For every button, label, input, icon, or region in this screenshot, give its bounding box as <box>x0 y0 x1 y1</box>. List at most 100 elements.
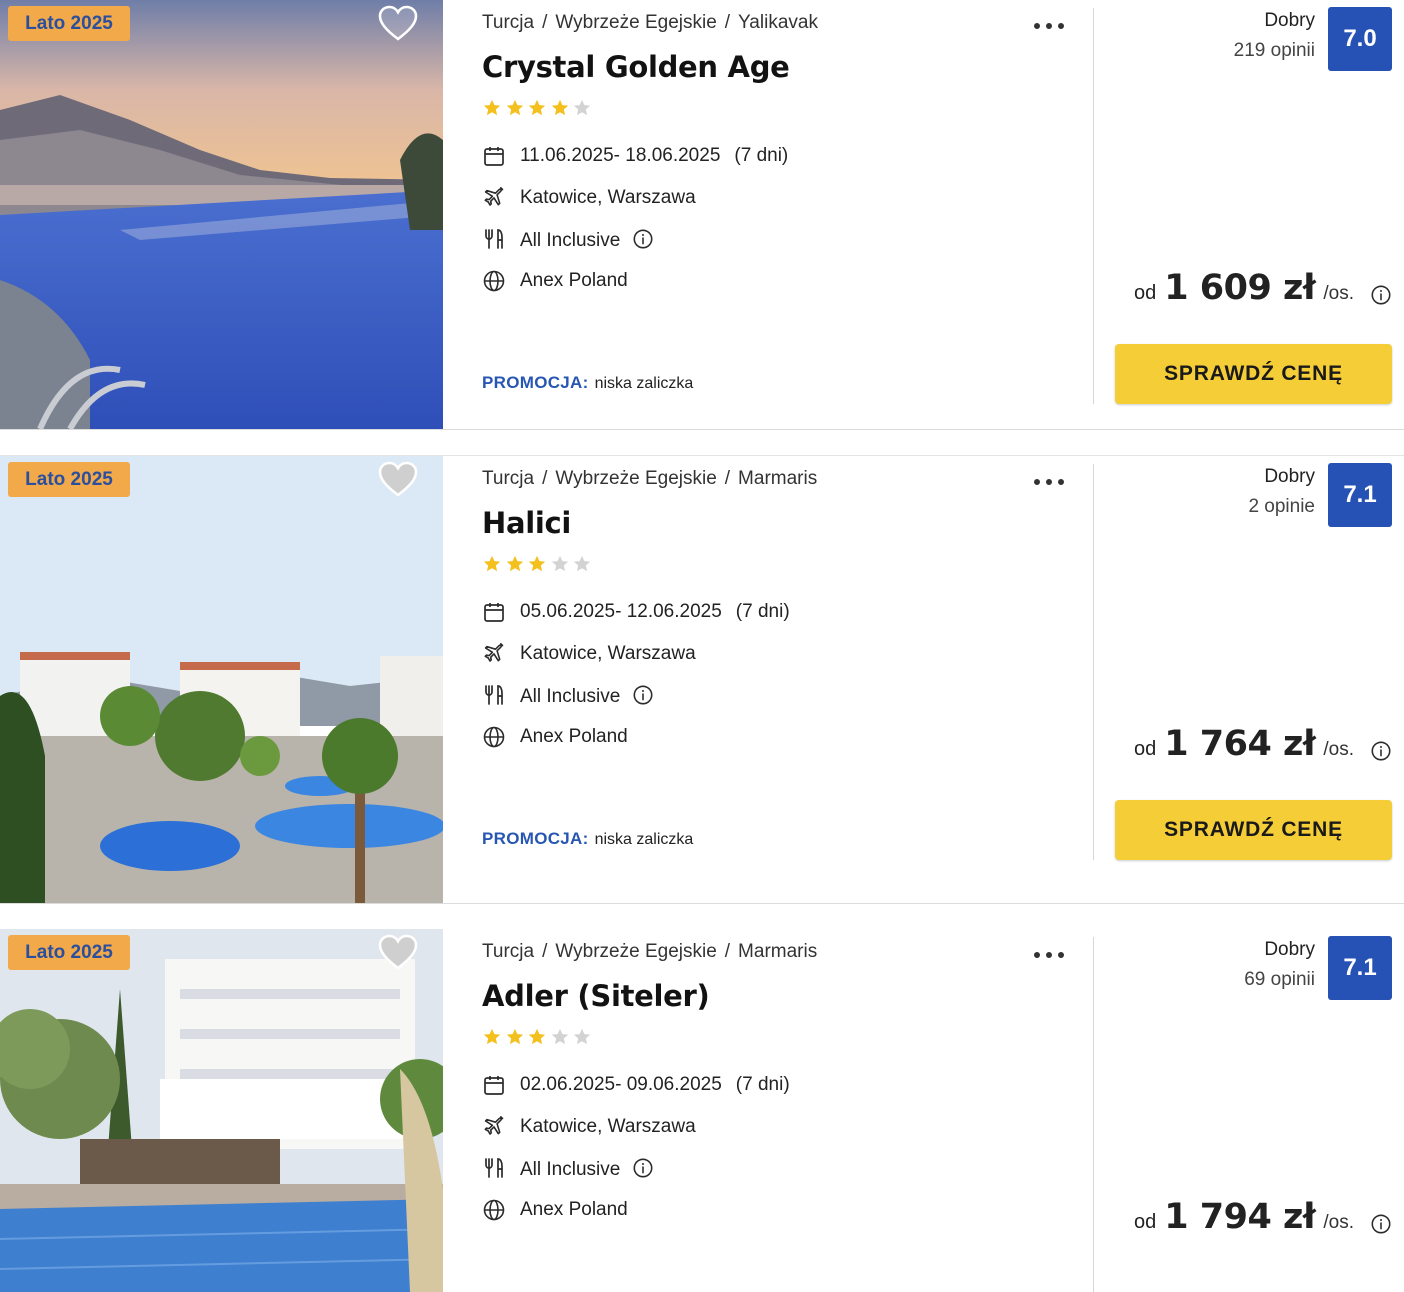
hotel-name[interactable]: Halici <box>482 506 571 540</box>
rating-label: Dobry <box>1264 466 1315 487</box>
travel-duration: (7 dni) <box>735 601 790 622</box>
globe-icon <box>482 1198 506 1222</box>
dot <box>1046 952 1052 958</box>
offer-card[interactable]: Lato 2025 Turcja / Wybrzeże Egejskie / Marmar… <box>0 929 1404 1292</box>
plane-icon <box>482 1115 506 1139</box>
operator-row-text: Anex Poland <box>520 1199 628 1221</box>
score-badge: 7.1 <box>1328 463 1392 527</box>
breadcrumb-item[interactable]: Wybrzeże Egejskie <box>555 941 716 962</box>
hotel-photo[interactable] <box>0 456 443 903</box>
star-filled-icon <box>505 98 528 118</box>
heart-icon[interactable] <box>377 933 419 971</box>
breadcrumb-item[interactable]: Marmaris <box>738 468 817 489</box>
breadcrumb-separator: / <box>542 12 548 33</box>
hotel-name[interactable]: Adler (Siteler) <box>482 979 710 1013</box>
breadcrumb-item[interactable]: Turcja <box>482 941 534 962</box>
heart-icon[interactable] <box>377 460 419 498</box>
offer-card[interactable]: Lato 2025 Turcja / Wybrzeże Egejskie / Yalika… <box>0 0 1404 429</box>
breadcrumb-item[interactable]: Wybrzeże Egejskie <box>555 468 716 489</box>
offer-list: Lato 2025 Turcja / Wybrzeże Egejskie / Yalika… <box>0 0 1404 1292</box>
check-price-button[interactable]: SPRAWDŹ CENĘ <box>1115 344 1392 404</box>
tour-operator: Anex Poland <box>520 1199 628 1220</box>
info-icon[interactable] <box>632 1157 654 1179</box>
star-filled-icon <box>527 98 550 118</box>
check-price-button[interactable]: SPRAWDŹ CENĘ <box>1115 800 1392 860</box>
rating-label: Dobry <box>1264 10 1315 31</box>
breadcrumb: Turcja / Wybrzeże Egejskie / Marmaris <box>482 941 817 963</box>
promo-text: niska zaliczka <box>594 375 694 392</box>
breadcrumb-item[interactable]: Turcja <box>482 12 534 33</box>
breadcrumb-item[interactable]: Yalikavak <box>738 12 818 33</box>
star-filled-icon <box>482 98 505 118</box>
board-row-text: All Inclusive <box>520 684 654 708</box>
price-amount: 1 794 zł <box>1164 1197 1316 1237</box>
price-suffix: /os. <box>1323 1212 1354 1233</box>
offer-card[interactable]: Lato 2025 Turcja / Wybrzeże Egejskie / Marmar… <box>0 456 1404 903</box>
hotel-photo[interactable] <box>0 929 443 1292</box>
price-prefix: od <box>1133 738 1157 760</box>
breadcrumb-separator: / <box>542 941 548 962</box>
departure-row-text: Katowice, Warszawa <box>520 187 696 209</box>
promo-line: PROMOCJA: niska zaliczka <box>482 829 693 849</box>
dates-row-text: 11.06.2025- 18.06.2025 (7 dni) <box>520 145 788 167</box>
score-badge: 7.1 <box>1328 936 1392 1000</box>
more-dots-icon[interactable] <box>1032 468 1066 494</box>
offer-details: Turcja / Wybrzeże Egejskie / Marmaris Halici 0… <box>443 456 1093 903</box>
travel-dates: 05.06.2025- 12.06.2025 <box>520 601 722 622</box>
breadcrumb-item[interactable]: Marmaris <box>738 941 817 962</box>
star-filled-icon <box>482 1027 505 1047</box>
star-filled-icon <box>482 554 505 574</box>
cutlery-icon <box>482 1156 506 1180</box>
board-row-text: All Inclusive <box>520 1157 654 1181</box>
score-badge: 7.0 <box>1328 7 1392 71</box>
price-amount: 1 609 zł <box>1164 268 1316 308</box>
info-icon[interactable] <box>1370 1213 1392 1235</box>
price: od 1 794 zł/os. <box>1134 1197 1354 1237</box>
price: od 1 764 zł/os. <box>1134 724 1354 764</box>
reviews-count[interactable]: 219 opinii <box>1234 40 1315 62</box>
star-empty-icon <box>550 1027 573 1047</box>
more-dots-icon[interactable] <box>1032 12 1066 38</box>
rating-label: Dobry <box>1264 939 1315 960</box>
reviews-count[interactable]: 69 opinii <box>1244 969 1315 991</box>
dot <box>1034 952 1040 958</box>
info-icon[interactable] <box>1370 284 1392 306</box>
offer-details: Turcja / Wybrzeże Egejskie / Marmaris Adler (… <box>443 929 1093 1292</box>
plane-icon <box>482 186 506 210</box>
column-divider <box>1093 937 1094 1292</box>
promo-label: PROMOCJA: <box>482 829 589 848</box>
hotel-photo[interactable] <box>0 0 443 429</box>
tour-operator: Anex Poland <box>520 270 628 291</box>
breadcrumb-separator: / <box>724 468 731 489</box>
price-suffix: /os. <box>1323 739 1354 760</box>
info-icon[interactable] <box>632 684 654 706</box>
more-dots-icon[interactable] <box>1032 941 1066 967</box>
travel-duration: (7 dni) <box>734 145 789 166</box>
star-empty-icon <box>572 98 595 118</box>
departure-cities: Katowice, Warszawa <box>520 643 696 664</box>
offer-details: Turcja / Wybrzeże Egejskie / Yalikavak Crysta… <box>443 0 1093 429</box>
departure-row-text: Katowice, Warszawa <box>520 1116 696 1138</box>
star-empty-icon <box>572 1027 595 1047</box>
info-icon[interactable] <box>632 228 654 250</box>
price-prefix: od <box>1133 282 1157 304</box>
breadcrumb: Turcja / Wybrzeże Egejskie / Yalikavak <box>482 12 818 34</box>
promo-text: niska zaliczka <box>594 831 694 848</box>
dates-row-text: 02.06.2025- 09.06.2025 (7 dni) <box>520 1074 790 1096</box>
plane-icon <box>482 642 506 666</box>
breadcrumb-item[interactable]: Turcja <box>482 468 534 489</box>
calendar-icon <box>482 144 506 168</box>
board-type: All Inclusive <box>520 230 621 251</box>
info-icon[interactable] <box>1370 740 1392 762</box>
cutlery-icon <box>482 227 506 251</box>
reviews-count[interactable]: 2 opinie <box>1248 496 1315 518</box>
travel-dates: 11.06.2025- 18.06.2025 <box>520 145 721 166</box>
price-suffix: /os. <box>1323 283 1354 304</box>
hotel-name[interactable]: Crystal Golden Age <box>482 50 790 84</box>
heart-icon[interactable] <box>377 4 419 42</box>
breadcrumb-item[interactable]: Wybrzeże Egejskie <box>555 12 716 33</box>
column-divider <box>1093 8 1094 404</box>
season-badge: Lato 2025 <box>8 462 130 497</box>
departure-cities: Katowice, Warszawa <box>520 187 696 208</box>
breadcrumb-separator: / <box>542 468 548 489</box>
